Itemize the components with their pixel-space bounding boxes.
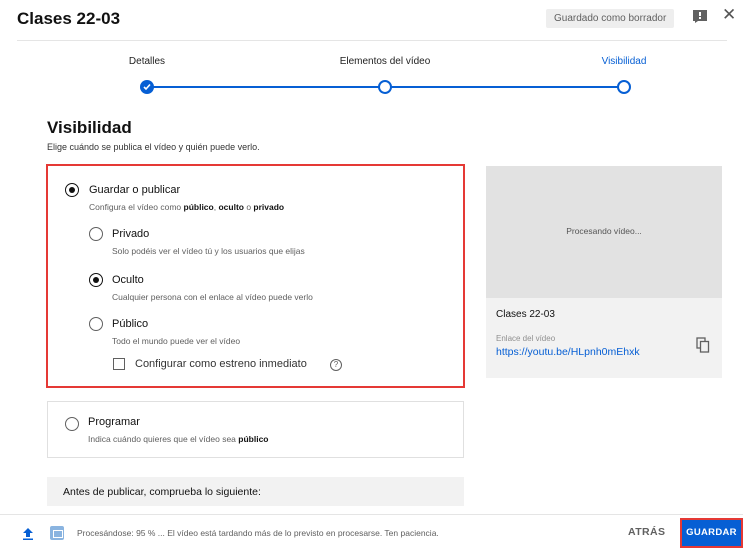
- schedule-panel: Programar Indica cuándo quieres que el v…: [47, 401, 464, 458]
- help-icon[interactable]: ?: [330, 359, 342, 371]
- visibility-subtitle: Elige cuándo se publica el vídeo y quién…: [47, 142, 260, 152]
- processing-text: Procesando vídeo...: [566, 226, 642, 236]
- save-publish-label: Guardar o publicar: [89, 184, 181, 196]
- private-label: Privado: [112, 228, 150, 240]
- hd-icon: [50, 526, 64, 540]
- processing-status: Procesándose: 95 % ... El vídeo está tar…: [77, 528, 439, 538]
- visibility-heading: Visibilidad: [47, 118, 132, 137]
- premiere-checkbox[interactable]: [113, 358, 125, 370]
- private-desc: Solo podéis ver el vídeo tú y los usuari…: [112, 246, 305, 256]
- save-button[interactable]: GUARDAR: [680, 518, 743, 548]
- draft-status-badge: Guardado como borrador: [546, 9, 675, 28]
- copy-icon[interactable]: [696, 337, 710, 353]
- upload-stepper: Detalles Elementos del vídeo Visibilidad: [0, 46, 743, 106]
- back-button[interactable]: ATRÁS: [628, 526, 665, 538]
- close-icon[interactable]: ✕: [722, 6, 736, 23]
- video-info-panel: Clases 22-03 Enlace del vídeo https://yo…: [486, 298, 722, 378]
- checklist-title: Antes de publicar, comprueba lo siguient…: [63, 486, 261, 498]
- schedule-radio[interactable]: [65, 417, 79, 431]
- hidden-label: Oculto: [112, 274, 144, 286]
- schedule-label: Programar: [88, 416, 140, 428]
- save-publish-desc: Configura el vídeo como público, oculto …: [89, 202, 285, 212]
- private-radio[interactable]: [89, 227, 103, 241]
- dialog-title: Clases 22-03: [17, 9, 121, 28]
- public-label: Público: [112, 318, 149, 330]
- schedule-desc: Indica cuándo quieres que el vídeo sea p…: [88, 434, 269, 444]
- step-label-details[interactable]: Detalles: [129, 56, 165, 67]
- step-video-elements-dot[interactable]: [378, 80, 392, 94]
- video-link[interactable]: https://youtu.be/HLpnh0mEhxk: [496, 346, 640, 358]
- public-desc: Todo el mundo puede ver el vídeo: [112, 336, 241, 346]
- premiere-label: Configurar como estreno inmediato: [135, 358, 307, 370]
- step-details-done[interactable]: [140, 80, 154, 94]
- save-or-publish-panel: Guardar o publicar Configura el vídeo co…: [46, 164, 465, 388]
- video-link-label: Enlace del vídeo: [496, 334, 556, 343]
- step-label-video-elements[interactable]: Elementos del vídeo: [340, 56, 431, 67]
- footer-divider: [0, 514, 743, 515]
- public-radio[interactable]: [89, 317, 103, 331]
- dialog-header: Clases 22-03 Guardado como borrador ✕: [0, 0, 743, 40]
- video-preview: Procesando vídeo...: [486, 166, 722, 298]
- step-visibility-dot[interactable]: [617, 80, 631, 94]
- header-divider: [17, 40, 727, 41]
- prepublish-checklist: Antes de publicar, comprueba lo siguient…: [47, 477, 464, 506]
- check-icon: [143, 83, 151, 91]
- hidden-radio[interactable]: [89, 273, 103, 287]
- feedback-icon[interactable]: [693, 10, 707, 23]
- step-label-visibility[interactable]: Visibilidad: [602, 56, 647, 67]
- video-title: Clases 22-03: [496, 309, 555, 320]
- upload-icon: [22, 527, 34, 540]
- save-publish-radio[interactable]: [65, 183, 79, 197]
- hidden-desc: Cualquier persona con el enlace al vídeo…: [112, 292, 313, 302]
